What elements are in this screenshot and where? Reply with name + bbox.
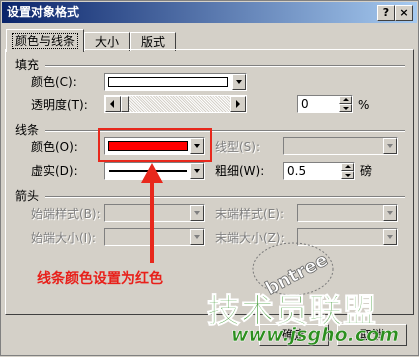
annotation-text: 线条颜色设置为红色 [37,271,163,287]
watermark-url: www.jsgho.com [231,324,400,347]
tab-label: 颜色与线条 [11,33,78,49]
tab-colors-and-lines[interactable]: 颜色与线条 [6,29,84,52]
format-object-dialog: 设置对象格式 ? × 颜色与线条 大小 版式 填充 颜色(C): 透明度(T):… [0,0,419,356]
